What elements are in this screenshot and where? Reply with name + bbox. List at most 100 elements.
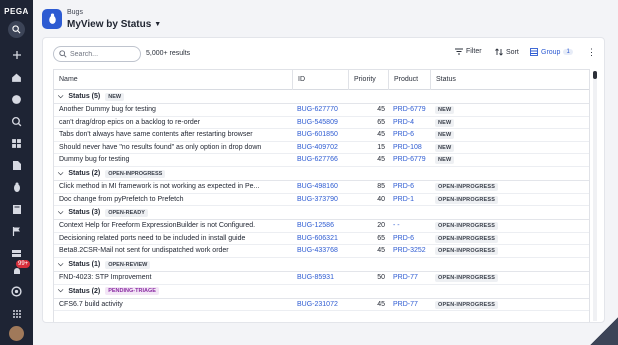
cell-priority: 65 (377, 118, 385, 126)
status-badge: NEW (435, 131, 455, 140)
cell-product-link[interactable]: - - (388, 220, 430, 232)
cell-id-link[interactable]: BUG-498160 (292, 181, 348, 193)
group-button[interactable]: Group 1 (530, 48, 573, 56)
cell-product-link[interactable]: PRD-6779 (388, 104, 430, 116)
column-header-id[interactable]: ID (292, 70, 348, 90)
cell-id-link[interactable]: BUG-545809 (292, 117, 348, 129)
breadcrumb[interactable]: Bugs (67, 9, 83, 16)
cell-id-link[interactable]: BUG-12586 (292, 220, 348, 232)
book-icon[interactable] (8, 201, 25, 218)
chevron-down-icon[interactable]: ⌵ (58, 287, 63, 295)
status-badge: OPEN-INPROGRESS (435, 234, 499, 243)
cell-product-link[interactable]: PRD-6 (388, 233, 430, 245)
cell-name: Another Dummy bug for testing (59, 106, 156, 113)
cell-status: OPEN-INPROGRESS (430, 194, 589, 206)
cell-id-link[interactable]: BUG-627766 (292, 154, 348, 166)
view-selector[interactable]: MyView by Status ▼ (67, 19, 161, 30)
cell-status: NEW (430, 154, 589, 166)
home-icon[interactable] (8, 69, 25, 86)
cell-name: CFS6.7 build activity (59, 300, 123, 308)
column-header-product[interactable]: Product (388, 70, 430, 90)
chevron-down-icon[interactable]: ⌵ (58, 209, 63, 217)
column-header-name[interactable]: Name (54, 70, 292, 90)
chevron-down-icon[interactable]: ⌵ (58, 261, 63, 269)
chevron-down-icon[interactable]: ⌵ (58, 170, 63, 178)
rail-search-icon[interactable] (8, 21, 25, 38)
cell-id-link[interactable]: BUG-606321 (292, 233, 348, 245)
cell-id-link[interactable]: BUG-627770 (292, 104, 348, 116)
sort-button[interactable]: Sort (495, 48, 519, 56)
group-header[interactable]: ⌵ Status (1) OPEN-REVIEW (54, 258, 589, 272)
table-row[interactable]: Doc change from pyPrefetch to Prefetch BU… (54, 194, 589, 207)
status-badge: OPEN-INPROGRESS (435, 195, 499, 204)
more-options-icon[interactable]: ⋮ (587, 47, 596, 58)
cell-id-link[interactable]: BUG-231072 (292, 299, 348, 311)
table-row[interactable]: Beta8.2CSR-Mail not sent for undispatche… (54, 245, 589, 258)
group-header[interactable]: ⌵ Status (2) PENDING-TRIAGE (54, 285, 589, 299)
result-count: 5,000+ results (146, 50, 191, 57)
plus-icon[interactable] (8, 46, 25, 63)
group-header[interactable]: ⌵ Status (5) NEW (54, 90, 589, 104)
document-icon[interactable] (8, 157, 25, 174)
status-badge: OPEN-INPROGRESS (435, 183, 499, 191)
flag-icon[interactable] (8, 223, 25, 240)
cell-product-link[interactable]: PRD-6779 (388, 154, 430, 166)
table-row[interactable]: Tabs don't always have same contents aft… (54, 129, 589, 142)
user-avatar[interactable] (9, 326, 24, 341)
table-row[interactable]: Click method in MI framework is not work… (54, 181, 589, 194)
group-status-tag: OPEN-READY (105, 208, 148, 217)
table-row[interactable]: Decisioning related ports need to be inc… (54, 233, 589, 246)
cell-priority: 45 (377, 300, 385, 308)
app-rail: PEGA 99+ (0, 0, 33, 345)
table-row[interactable]: can't drag/drop epics on a backlog to re… (54, 117, 589, 130)
search-box[interactable] (53, 46, 141, 62)
cell-product-link[interactable]: PRD-6 (388, 181, 430, 193)
cell-status: OPEN-INPROGRESS (430, 245, 589, 257)
cell-product-link[interactable]: PRD-1 (388, 194, 430, 206)
cell-id-link[interactable]: BUG-85931 (292, 272, 348, 284)
compass-icon[interactable] (8, 91, 25, 108)
table-row[interactable]: CFS6.7 build activity BUG-231072 45 PRD-77 O… (54, 299, 589, 312)
group-label: Status (2) (68, 287, 101, 295)
cell-product-link[interactable]: PRD-77 (388, 299, 430, 311)
column-header-priority[interactable]: Priority (348, 70, 388, 90)
scrollbar-thumb[interactable] (593, 71, 597, 79)
discover-icon[interactable] (8, 113, 25, 130)
chevron-down-icon[interactable]: ⌵ (58, 93, 63, 101)
page-title: MyView by Status (67, 19, 152, 30)
cell-product-link[interactable]: PRD-6 (388, 129, 430, 141)
sort-label: Sort (506, 48, 519, 56)
apps-grid-icon[interactable] (8, 305, 25, 322)
cell-product-link[interactable]: PRD-4 (388, 117, 430, 129)
cell-product-link[interactable]: PRD-77 (388, 272, 430, 284)
table-row[interactable]: Context Help for Freeform ExpressionBuil… (54, 220, 589, 233)
group-label: Status (2) (68, 170, 101, 177)
table-row[interactable]: Dummy bug for testing BUG-627766 45 PRD-677… (54, 154, 589, 167)
filter-label: Filter (466, 48, 482, 55)
status-badge: OPEN-INPROGRESS (435, 300, 499, 309)
chevron-down-icon: ▼ (154, 21, 162, 28)
cell-id-link[interactable]: BUG-601850 (292, 129, 348, 141)
bug-icon[interactable] (8, 179, 25, 196)
group-header[interactable]: ⌵ Status (3) OPEN-READY (54, 206, 589, 221)
cell-priority: 45 (377, 156, 385, 164)
status-badge: OPEN-INPROGRESS (435, 222, 499, 231)
cell-id-link[interactable]: BUG-409702 (292, 142, 348, 154)
dashboard-icon[interactable] (8, 135, 25, 152)
page-header: Bugs MyView by Status ▼ (33, 0, 618, 36)
cell-id-link[interactable]: BUG-433768 (292, 245, 348, 257)
cell-id-link[interactable]: BUG-373790 (292, 194, 348, 206)
cell-product-link[interactable]: PRD-108 (388, 142, 430, 154)
help-icon[interactable] (8, 283, 25, 300)
column-header-status[interactable]: Status (430, 70, 589, 90)
search-input[interactable] (70, 50, 138, 58)
vertical-scrollbar[interactable] (593, 71, 597, 321)
cell-product-link[interactable]: PRD-3252 (388, 245, 430, 257)
table-row[interactable]: Another Dummy bug for testing BUG-627770 4… (54, 104, 589, 117)
table-row[interactable]: Should never have "no results found" as … (54, 142, 589, 155)
table-row[interactable]: FND-4023: STP Improvement BUG-85931 50 PRD-… (54, 272, 589, 285)
filter-button[interactable]: Filter (455, 48, 482, 55)
cell-name: FND-4023: STP Improvement (59, 274, 152, 281)
group-header[interactable]: ⌵ Status (2) OPEN-INPROGRESS (54, 167, 589, 181)
group-count-badge: 1 (563, 49, 573, 55)
